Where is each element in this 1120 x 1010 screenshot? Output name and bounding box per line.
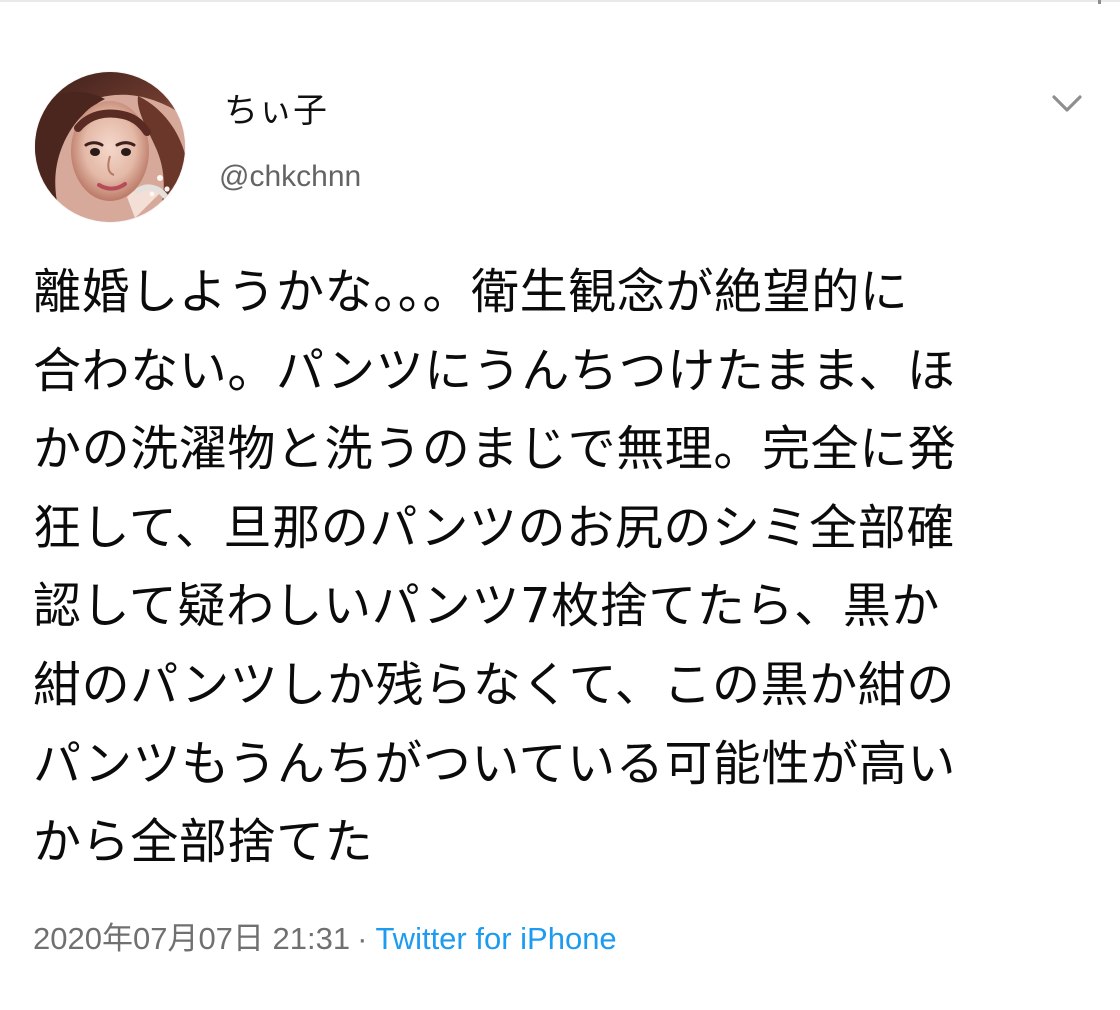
user-handle[interactable]: @chkchnn [219, 160, 361, 194]
tweet-source-link[interactable]: Twitter for iPhone [375, 921, 616, 956]
top-divider [0, 0, 1120, 2]
tweet-text: 離婚しようかな。。。衛生観念が絶望的に 合わない。パンツにうんちつけたまま、ほ … [33, 264, 957, 871]
meta-separator: · [357, 921, 368, 956]
avatar[interactable] [35, 72, 185, 222]
display-name[interactable]: ちぃ子 [224, 92, 328, 130]
tweet-menu-button[interactable] [1047, 88, 1087, 118]
avatar-photo [35, 72, 185, 222]
tweet-timestamp[interactable]: 2020年07月07日 21:31 [33, 921, 350, 956]
tweet-card: ちぃ子 @chkchnn 離婚しようかな。。。衛生観念が絶望的に 合わない。パン… [0, 0, 1120, 1010]
chevron-down-icon [1052, 95, 1082, 112]
top-edge-mark [1098, 0, 1101, 4]
tweet-meta: 2020年07月07日 21:31 · Twitter for iPhone [33, 918, 617, 960]
